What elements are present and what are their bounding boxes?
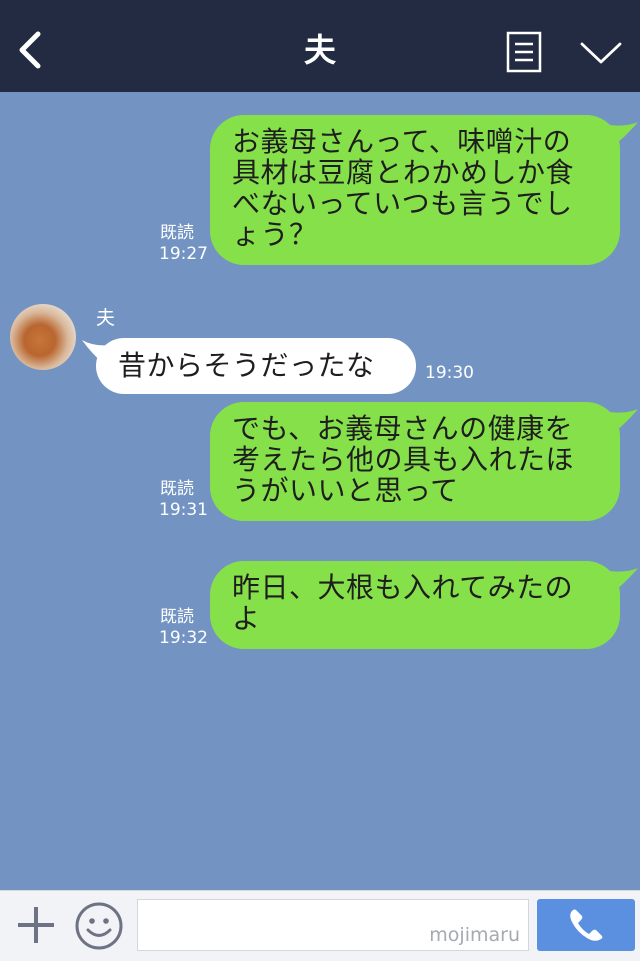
chevron-down-icon[interactable] <box>578 36 624 68</box>
message-line: よ <box>232 602 261 635</box>
message-line: 具材は豆腐とわかめしか食 <box>232 156 575 189</box>
chevron-left-icon[interactable] <box>12 28 52 72</box>
plus-icon[interactable] <box>14 903 58 947</box>
bubble-tail <box>604 568 638 590</box>
message-time: 19:32 <box>159 628 208 648</box>
message-line: べないっていつも言うでし <box>232 187 573 220</box>
smiley-icon[interactable] <box>74 901 124 951</box>
message-list[interactable]: お義母さんって、味噌汁の 具材は豆腐とわかめしか食 べないっていつも言うでし ょ… <box>0 92 640 890</box>
message-time: 19:31 <box>159 500 208 520</box>
phone-icon <box>570 909 603 941</box>
message-input[interactable]: mojimaru <box>137 899 529 951</box>
message-bubble[interactable]: でも、お義母さんの健康を 考えたら他の具も入れたほ うがいいと思って <box>210 402 620 521</box>
chat-header: 夫 <box>0 0 640 92</box>
sender-name: 夫 <box>96 307 116 329</box>
call-button[interactable] <box>537 899 635 951</box>
message-bubble[interactable]: 昔からそうだったな <box>96 338 416 394</box>
notes-icon[interactable] <box>506 31 542 73</box>
message-composer: mojimaru <box>0 890 640 961</box>
message-line: でも、お義母さんの健康を <box>232 412 574 445</box>
message-line: お義母さんって、味噌汁の <box>232 125 572 158</box>
read-receipt: 既読 <box>160 223 194 243</box>
message-line: ょう？ <box>232 218 318 251</box>
bubble-tail <box>604 409 638 431</box>
avatar[interactable] <box>10 304 76 370</box>
read-receipt: 既読 <box>160 479 194 499</box>
message-time: 19:27 <box>159 244 208 264</box>
message-line: うがいいと思って <box>232 474 459 507</box>
watermark-text: mojimaru <box>429 924 520 946</box>
message-bubble[interactable]: お義母さんって、味噌汁の 具材は豆腐とわかめしか食 べないっていつも言うでし ょ… <box>210 115 620 265</box>
read-receipt: 既読 <box>160 607 194 627</box>
message-line: 考えたら他の具も入れたほ <box>232 443 575 476</box>
message-bubble[interactable]: 昨日、大根も入れてみたの よ <box>210 561 620 649</box>
message-time: 19:30 <box>425 363 474 383</box>
bubble-tail <box>604 122 638 144</box>
message-line: 昔からそうだったな <box>118 349 375 382</box>
chat-title: 夫 <box>303 31 336 69</box>
message-line: 昨日、大根も入れてみたの <box>232 571 574 604</box>
